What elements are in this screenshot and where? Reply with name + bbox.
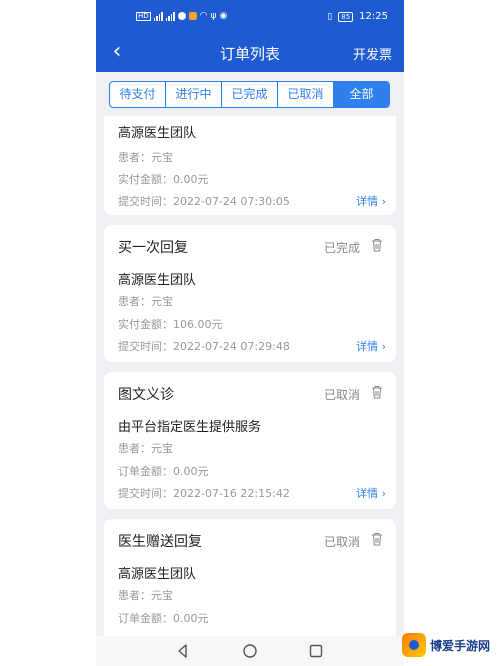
patient-row: 患者：元宝 xyxy=(118,151,173,164)
tab-in-progress[interactable]: 进行中 xyxy=(166,82,222,107)
order-card[interactable]: 图文义诊 已取消 由平台指定医生提供服务 患者：元宝 订单金额：0.00元 提交… xyxy=(104,372,396,509)
doctor-team: 高源医生团队 xyxy=(118,273,197,288)
sim-icon: HD xyxy=(136,11,151,21)
trash-icon[interactable] xyxy=(371,385,383,399)
wifi-icon: ◠ xyxy=(199,11,208,21)
battery-icon: 85 xyxy=(338,11,354,22)
signal-icon xyxy=(153,11,163,21)
signal-icon-2 xyxy=(165,11,175,21)
tab-completed[interactable]: 已完成 xyxy=(222,82,278,107)
detail-link[interactable]: 详情 › xyxy=(356,193,386,209)
watermark-text: 博爱手游网 xyxy=(429,638,490,653)
back-triangle-icon[interactable] xyxy=(174,642,192,660)
status-right: ▯ 85 12:25 xyxy=(327,11,388,22)
time-row: 提交时间：2022-07-24 07:30:05 xyxy=(118,195,290,208)
tab-pending-payment[interactable]: 待支付 xyxy=(110,82,166,107)
vibrate-icon: ▯ xyxy=(327,11,333,22)
order-type: 买一次回复 xyxy=(118,240,188,256)
order-type: 医生赠送回复 xyxy=(118,534,202,550)
order-filter-tabs: 待支付 进行中 已完成 已取消 全部 xyxy=(109,81,390,108)
invoice-button[interactable]: 开发票 xyxy=(353,44,392,63)
tab-cancelled[interactable]: 已取消 xyxy=(278,82,334,107)
order-status: 已取消 xyxy=(323,535,360,549)
status-icons: HD ◠ ψ ◉ xyxy=(136,11,227,21)
tab-all[interactable]: 全部 xyxy=(334,82,389,107)
home-circle-icon[interactable] xyxy=(241,642,259,660)
amount-row: 订单金额：0.00元 xyxy=(118,465,209,478)
recents-square-icon[interactable] xyxy=(307,642,325,660)
navigation-bar: ‹ 订单列表 开发票 xyxy=(96,34,404,72)
time-row: 提交时间：2022-07-16 22:15:42 xyxy=(118,487,290,500)
order-status: 已取消 xyxy=(323,388,360,402)
doctor-team: 高源医生团队 xyxy=(118,567,197,582)
trash-icon[interactable] xyxy=(371,532,383,546)
amount-row: 实付金额：106.00元 xyxy=(118,318,223,331)
watermark: 博爱手游网 xyxy=(401,632,490,658)
usb-icon: ψ xyxy=(210,11,217,21)
detail-link[interactable]: 详情 › xyxy=(356,338,386,354)
doctor-team: 高源医生团队 xyxy=(118,126,197,141)
patient-row: 患者：元宝 xyxy=(118,589,173,602)
system-navigation-bar xyxy=(96,636,404,666)
app-icon xyxy=(188,12,197,20)
order-card[interactable]: 高源医生团队 患者：元宝 实付金额：0.00元 提交时间：2022-07-24 … xyxy=(104,116,396,215)
watermark-logo-icon xyxy=(401,633,426,657)
phone-screen: HD ◠ ψ ◉ ▯ 85 12:25 ‹ 订单列表 开发票 待支付 进行中 已… xyxy=(96,0,404,666)
amount-row: 实付金额：0.00元 xyxy=(118,173,209,186)
record-icon: ◉ xyxy=(219,11,228,21)
order-status: 已完成 xyxy=(323,241,360,255)
order-card[interactable]: 医生赠送回复 已取消 高源医生团队 患者：元宝 订单金额：0.00元 xyxy=(104,519,396,636)
clock: 12:25 xyxy=(359,11,388,22)
time-row: 提交时间：2022-07-24 07:29:48 xyxy=(118,340,290,353)
amount-row: 订单金额：0.00元 xyxy=(118,612,209,625)
order-list[interactable]: 高源医生团队 患者：元宝 实付金额：0.00元 提交时间：2022-07-24 … xyxy=(104,116,396,636)
detail-link[interactable]: 详情 › xyxy=(356,485,386,501)
patient-row: 患者：元宝 xyxy=(118,442,173,455)
order-type: 图文义诊 xyxy=(118,387,174,403)
status-bar: HD ◠ ψ ◉ ▯ 85 12:25 xyxy=(96,0,404,34)
patient-row: 患者：元宝 xyxy=(118,295,173,308)
chat-icon xyxy=(177,12,186,20)
doctor-team: 由平台指定医生提供服务 xyxy=(118,420,262,435)
trash-icon[interactable] xyxy=(371,238,383,252)
order-card[interactable]: 买一次回复 已完成 高源医生团队 患者：元宝 实付金额：106.00元 提交时间… xyxy=(104,225,396,362)
